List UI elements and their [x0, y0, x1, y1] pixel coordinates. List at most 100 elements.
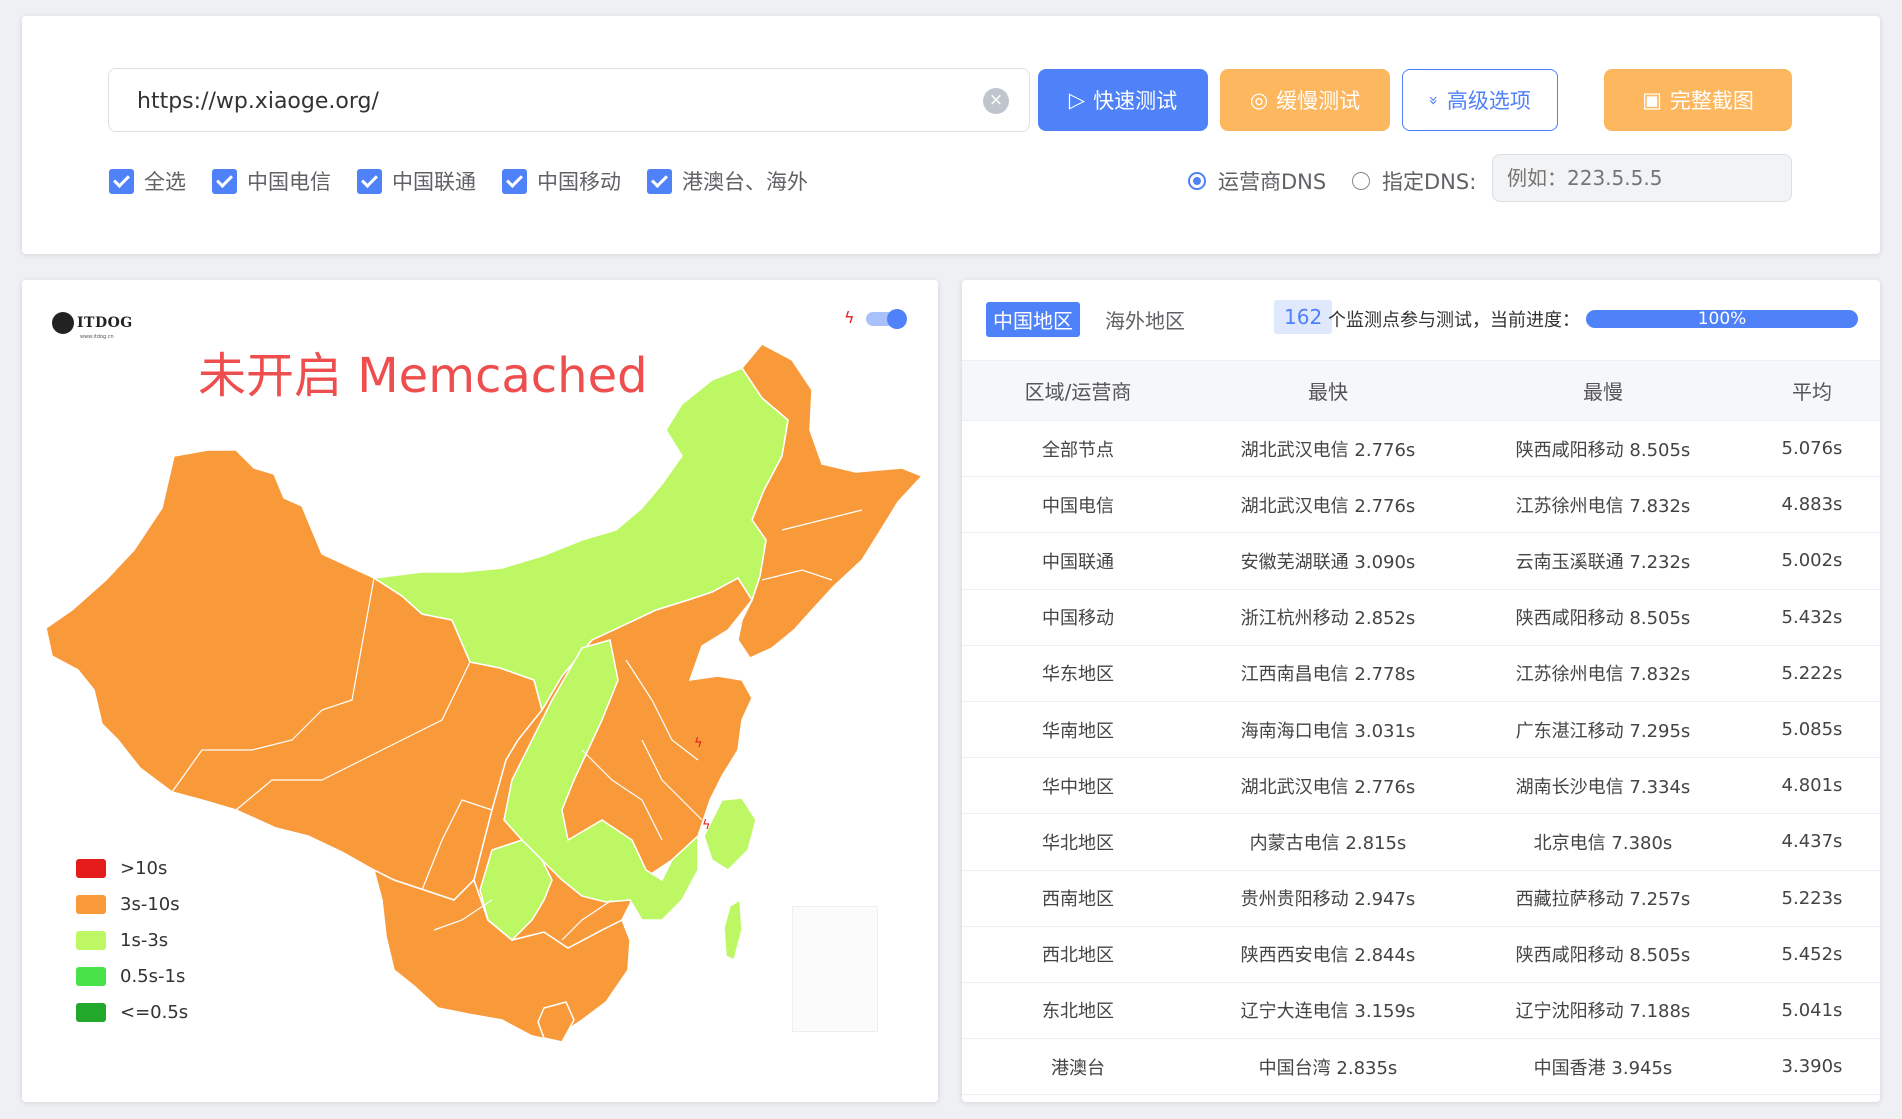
checkbox-checked-icon[interactable] [212, 168, 237, 194]
table-cell: 中国移动 [962, 589, 1194, 646]
radio-selected-icon[interactable] [1188, 172, 1206, 190]
double-chevron-down-icon: » [1424, 95, 1444, 105]
legend-item[interactable]: 0.5s-1s [76, 958, 188, 994]
table-cell: 江苏徐州电信 7.832s [1462, 645, 1744, 702]
results-table: 区域/运营商 最快 最慢 平均 全部节点 湖北武汉电信 2.776s 陕西咸阳移动 … [962, 360, 1880, 1096]
table-cell: 湖北武汉电信 2.776s [1194, 476, 1462, 534]
map-legend: >10s 3s-10s 1s-3s 0.5s-1s <=0.5s [76, 850, 188, 1030]
legend-label: 1s-3s [120, 929, 169, 951]
table-cell: 陕西咸阳移动 8.505s [1462, 589, 1744, 646]
full-screenshot-button[interactable]: ▣ 完整截图 [1604, 69, 1792, 131]
table-cell: 中国联通 [962, 532, 1194, 590]
map-region-green-southeast[interactable] [703, 797, 757, 871]
table-cell: 辽宁沈阳移动 7.188s [1462, 982, 1744, 1040]
tab-overseas[interactable]: 海外地区 [1098, 302, 1192, 337]
table-cell: 海南海口电信 3.031s [1194, 701, 1462, 759]
table-cell: 5.041s [1744, 982, 1880, 1040]
column-header: 最快 [1194, 360, 1462, 421]
legend-label: <=0.5s [120, 1001, 189, 1023]
fast-test-label: 快速测试 [1093, 89, 1178, 113]
table-row[interactable]: 华中地区 湖北武汉电信 2.776s 湖南长沙电信 7.334s 4.801s [962, 757, 1880, 815]
map-region-orange-hainan[interactable] [537, 1001, 575, 1043]
map-region-orange-northeast[interactable] [737, 343, 924, 659]
table-row[interactable]: 东北地区 辽宁大连电信 3.159s 辽宁沈阳移动 7.188s 5.041s [962, 982, 1880, 1040]
table-row[interactable]: 中国电信 湖北武汉电信 2.776s 江苏徐州电信 7.832s 4.883s [962, 476, 1880, 534]
checkbox-checked-icon[interactable] [357, 168, 382, 194]
results-panel: 中国地区 海外地区 162 个监测点参与测试，当前进度： 100% 区域/运营商… [962, 280, 1880, 1102]
table-cell: 5.085s [1744, 701, 1880, 759]
legend-swatch [76, 966, 106, 986]
table-cell: 港澳台 [962, 1038, 1194, 1096]
radio-unselected-icon[interactable] [1352, 172, 1370, 190]
table-row[interactable]: 华南地区 海南海口电信 3.031s 广东湛江移动 7.295s 5.085s [962, 701, 1880, 759]
checkbox-telecom[interactable]: 中国电信 [212, 166, 331, 196]
lightning-toggle[interactable] [866, 309, 907, 329]
checkbox-label: 全选 [144, 170, 186, 194]
fast-test-button[interactable]: ▷ 快速测试 [1038, 69, 1208, 131]
progress-bar: 100% [1586, 310, 1858, 328]
checkbox-mobile[interactable]: 中国移动 [502, 166, 621, 196]
checkbox-unicom[interactable]: 中国联通 [357, 166, 476, 196]
table-cell: 湖南长沙电信 7.334s [1462, 757, 1744, 815]
checkbox-overseas[interactable]: 港澳台、海外 [647, 166, 808, 196]
tab-china[interactable]: 中国地区 [986, 302, 1080, 337]
lightning-icon: ϟ [844, 308, 855, 327]
itdog-logo: ITDOG [52, 312, 133, 334]
legend-label: >10s [120, 857, 168, 879]
table-cell: 西藏拉萨移动 7.257s [1462, 870, 1744, 927]
legend-item[interactable]: <=0.5s [76, 994, 188, 1030]
table-row[interactable]: 华北地区 内蒙古电信 2.815s 北京电信 7.380s 4.437s [962, 813, 1880, 871]
radio-label: 运营商DNS [1218, 170, 1327, 194]
checkbox-checked-icon[interactable] [502, 168, 527, 194]
checkbox-label: 港澳台、海外 [682, 170, 808, 194]
slow-test-button[interactable]: ◎ 缓慢测试 [1220, 69, 1390, 131]
table-row[interactable]: 西南地区 贵州贵阳移动 2.947s 西藏拉萨移动 7.257s 5.223s [962, 870, 1880, 927]
table-cell: 全部节点 [962, 420, 1194, 478]
column-header: 平均 [1744, 360, 1880, 421]
custom-dns-input[interactable] [1492, 154, 1792, 202]
table-cell: 华中地区 [962, 757, 1194, 815]
table-row[interactable]: 港澳台 中国台湾 2.835s 中国香港 3.945s 3.390s [962, 1038, 1880, 1096]
radio-custom-dns[interactable]: 指定DNS: [1352, 166, 1476, 196]
table-row[interactable]: 中国移动 浙江杭州移动 2.852s 陕西咸阳移动 8.505s 5.432s [962, 589, 1880, 646]
table-row[interactable]: 全部节点 湖北武汉电信 2.776s 陕西咸阳移动 8.505s 5.076s [962, 420, 1880, 478]
checkbox-select-all[interactable]: 全选 [109, 166, 186, 196]
map-region-orange-west[interactable] [45, 449, 543, 901]
legend-swatch [76, 930, 106, 950]
table-cell: 陕西西安电信 2.844s [1194, 926, 1462, 983]
checkbox-label: 中国联通 [392, 170, 476, 194]
region-tabs: 中国地区 海外地区 [986, 302, 1192, 337]
legend-item[interactable]: 1s-3s [76, 922, 188, 958]
map-region-green-taiwan[interactable] [723, 898, 743, 962]
radio-isp-dns[interactable]: 运营商DNS [1188, 166, 1326, 196]
play-icon: ▷ [1068, 88, 1086, 112]
checkbox-checked-icon[interactable] [647, 168, 672, 194]
legend-swatch [76, 858, 106, 878]
test-control-panel: × ▷ 快速测试 ◎ 缓慢测试 » 高级选项 ▣ 完整截图 全选 中国电信 中国… [22, 16, 1880, 254]
table-cell: 浙江杭州移动 2.852s [1194, 589, 1462, 646]
table-row[interactable]: 华东地区 江西南昌电信 2.778s 江苏徐州电信 7.832s 5.222s [962, 645, 1880, 702]
table-cell: 5.432s [1744, 589, 1880, 646]
table-cell: 中国电信 [962, 476, 1194, 534]
table-header-row: 区域/运营商 最快 最慢 平均 [962, 360, 1880, 421]
china-map-panel: ITDOG www.itdog.cn 未开启 Memcached ϟ ϟ ϟ >… [22, 280, 938, 1102]
legend-item[interactable]: 3s-10s [76, 886, 188, 922]
map-title: 未开启 Memcached [198, 348, 648, 404]
table-cell: 广东湛江移动 7.295s [1462, 701, 1744, 759]
table-cell: 5.002s [1744, 532, 1880, 590]
legend-label: 3s-10s [120, 893, 180, 915]
table-cell: 4.437s [1744, 813, 1880, 871]
radio-label: 指定DNS: [1382, 170, 1477, 194]
table-cell: 云南玉溪联通 7.232s [1462, 532, 1744, 590]
legend-item[interactable]: >10s [76, 850, 188, 886]
checkbox-label: 中国电信 [247, 170, 331, 194]
advanced-options-button[interactable]: » 高级选项 [1402, 69, 1558, 131]
south-china-sea-inset [792, 906, 878, 1032]
checkbox-checked-icon[interactable] [109, 168, 134, 194]
table-cell: 中国香港 3.945s [1462, 1038, 1744, 1096]
table-row[interactable]: 中国联通 安徽芜湖联通 3.090s 云南玉溪联通 7.232s 5.002s [962, 532, 1880, 590]
url-input[interactable] [137, 83, 957, 119]
clear-icon[interactable]: × [983, 88, 1009, 114]
table-row[interactable]: 西北地区 陕西西安电信 2.844s 陕西咸阳移动 8.505s 5.452s [962, 926, 1880, 983]
table-cell: 湖北武汉电信 2.776s [1194, 420, 1462, 478]
